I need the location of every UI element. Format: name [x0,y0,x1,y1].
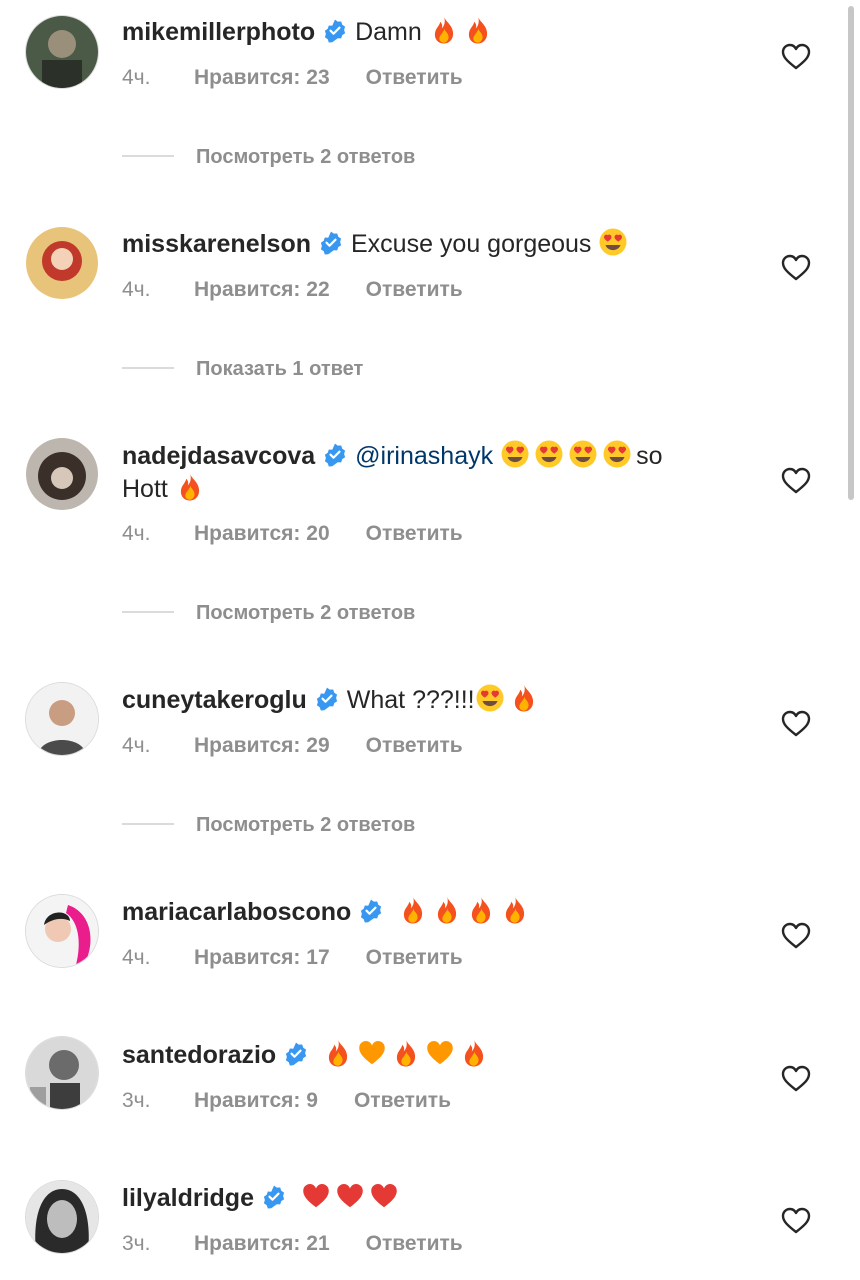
red-heart-emoji-icon [369,1181,399,1211]
like-heart-icon[interactable] [781,1206,811,1236]
red-heart-emoji-icon [301,1181,331,1211]
verified-badge-icon [262,1185,286,1209]
scrollbar[interactable] [848,6,854,500]
likes-count[interactable]: Нравится: 21 [194,1232,330,1256]
reply-button[interactable]: Ответить [366,1232,463,1255]
comment-body: lilyaldridge [122,1181,732,1215]
username[interactable]: lilyaldridge [122,1184,254,1212]
avatar[interactable] [26,1181,98,1253]
comment-meta: 3ч. Нравится: 21 Ответить [122,1232,463,1256]
comment-item: lilyaldridge 3ч. Нравится: 21 Ответить [0,0,840,1280]
timestamp: 3ч. [122,1232,151,1255]
red-heart-emoji-icon [335,1181,365,1211]
avatar-image [26,1181,98,1253]
